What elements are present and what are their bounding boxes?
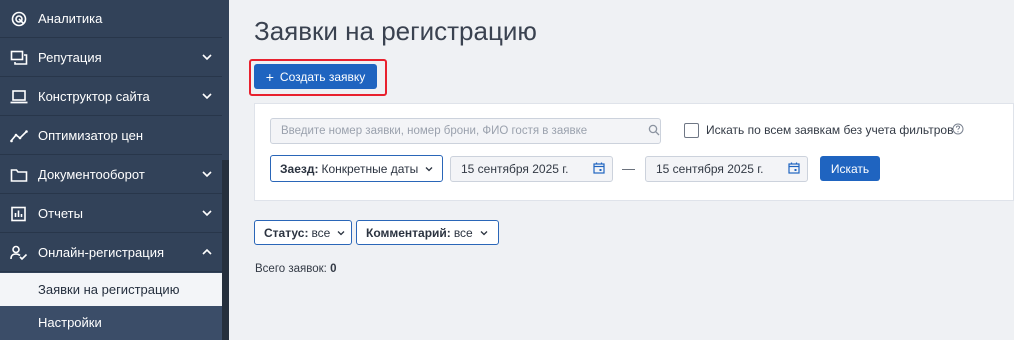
chevron-down-icon bbox=[202, 93, 212, 100]
sidebar-item-label: Конструктор сайта bbox=[38, 89, 150, 104]
date-from-field[interactable]: 15 сентября 2025 г. bbox=[450, 156, 613, 182]
chevron-down-icon bbox=[337, 230, 345, 235]
plus-icon: + bbox=[265, 68, 274, 85]
chevron-up-icon bbox=[202, 248, 212, 255]
analytics-icon bbox=[11, 11, 27, 27]
reputation-icon bbox=[10, 50, 28, 65]
comment-label: Комментарий: bbox=[366, 225, 451, 240]
sidebar-item-price-optimizer[interactable]: Оптимизатор цен bbox=[0, 117, 222, 155]
chevron-down-icon bbox=[480, 230, 488, 235]
status-filter-dropdown[interactable]: Статус: все bbox=[254, 220, 352, 245]
sidebar-subitem-settings[interactable]: Настройки bbox=[0, 306, 222, 340]
sidebar-item-reports[interactable]: Отчеты bbox=[0, 195, 222, 233]
arrival-value: Конкретные даты bbox=[321, 161, 419, 176]
sidebar-subitem-registration-requests[interactable]: Заявки на регистрацию bbox=[0, 273, 222, 306]
date-to-field[interactable]: 15 сентября 2025 г. bbox=[645, 156, 808, 182]
sidebar-item-label: Аналитика bbox=[38, 11, 103, 26]
date-separator: — bbox=[622, 161, 635, 176]
sidebar-item-online-registration[interactable]: Онлайн-регистрация bbox=[0, 234, 222, 272]
calendar-icon[interactable] bbox=[788, 162, 800, 174]
sidebar-item-label: Репутация bbox=[38, 50, 102, 65]
chevron-down-icon bbox=[202, 171, 212, 178]
trend-icon bbox=[10, 130, 28, 143]
search-all-checkbox[interactable] bbox=[684, 123, 699, 138]
sidebar-item-label: Отчеты bbox=[38, 206, 83, 221]
calendar-icon[interactable] bbox=[593, 162, 605, 174]
total-requests: Всего заявок: 0 bbox=[255, 263, 336, 275]
search-button[interactable]: Искать bbox=[820, 156, 880, 181]
person-check-icon bbox=[10, 245, 28, 261]
sidebar-subitem-label: Настройки bbox=[38, 315, 102, 330]
create-request-button[interactable]: + Создать заявку bbox=[254, 64, 377, 89]
arrival-label: Заезд: bbox=[280, 161, 319, 176]
comment-filter-dropdown[interactable]: Комментарий: все bbox=[356, 220, 499, 245]
status-value: все bbox=[311, 225, 331, 240]
sidebar-item-label: Онлайн-регистрация bbox=[38, 245, 165, 260]
date-from-value: 15 сентября 2025 г. bbox=[461, 162, 569, 176]
total-value: 0 bbox=[330, 263, 337, 275]
sidebar-item-label: Оптимизатор цен bbox=[38, 128, 144, 143]
create-request-label: Создать заявку bbox=[279, 69, 366, 84]
sidebar: Аналитика Репутация Конструктор сайта Оп… bbox=[0, 0, 229, 340]
sidebar-item-label: Документооборот bbox=[38, 167, 145, 182]
chevron-down-icon bbox=[425, 166, 433, 171]
folder-icon bbox=[10, 169, 28, 182]
arrival-dropdown[interactable]: Заезд: Конкретные даты bbox=[270, 155, 443, 182]
sidebar-item-site-builder[interactable]: Конструктор сайта bbox=[0, 78, 222, 116]
chart-icon bbox=[11, 206, 26, 222]
sidebar-scrollbar[interactable] bbox=[222, 160, 229, 340]
laptop-icon bbox=[10, 90, 28, 104]
sidebar-item-documents[interactable]: Документооборот bbox=[0, 156, 222, 194]
search-input[interactable] bbox=[270, 118, 661, 144]
page-title: Заявки на регистрацию bbox=[254, 16, 537, 46]
date-to-value: 15 сентября 2025 г. bbox=[656, 162, 764, 176]
status-label: Статус: bbox=[264, 225, 309, 240]
search-icon[interactable] bbox=[648, 124, 660, 136]
comment-value: все bbox=[453, 225, 473, 240]
sidebar-item-reputation[interactable]: Репутация bbox=[0, 39, 222, 77]
sidebar-item-analytics[interactable]: Аналитика bbox=[0, 0, 222, 38]
total-label: Всего заявок: bbox=[255, 263, 327, 275]
help-icon[interactable] bbox=[952, 123, 964, 135]
sidebar-subitem-label: Заявки на регистрацию bbox=[38, 282, 180, 297]
chevron-down-icon bbox=[202, 54, 212, 61]
search-all-label[interactable]: Искать по всем заявкам без учета фильтро… bbox=[706, 123, 953, 137]
chevron-down-icon bbox=[202, 210, 212, 217]
